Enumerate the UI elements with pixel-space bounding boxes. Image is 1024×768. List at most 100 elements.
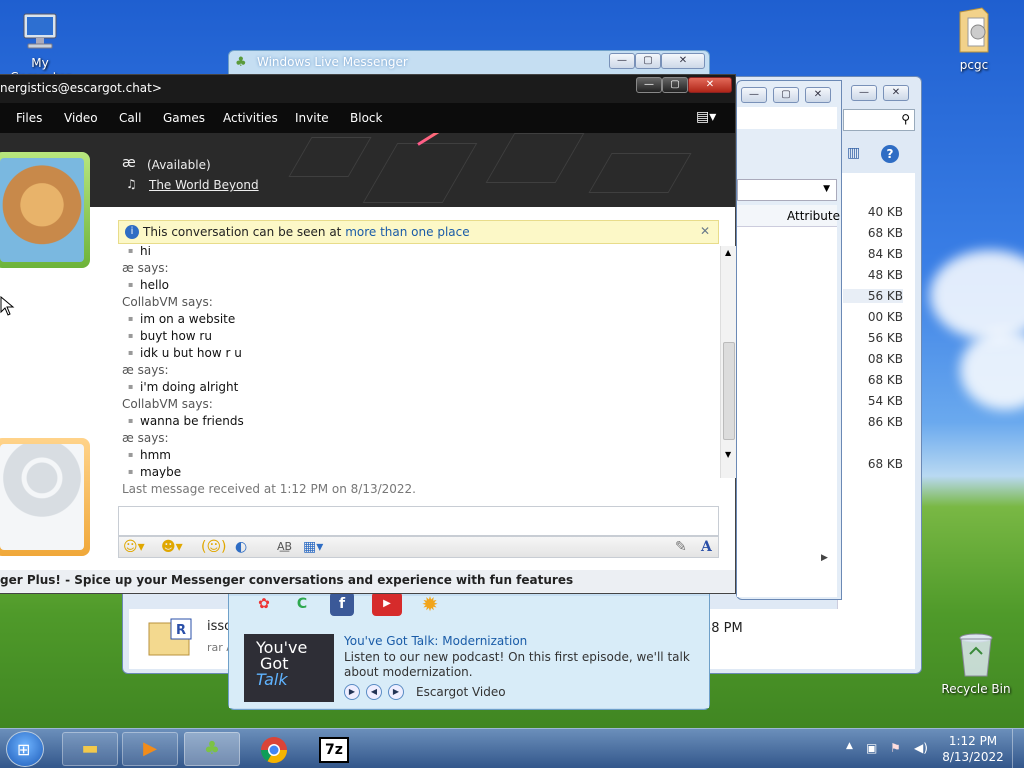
menu-games[interactable]: Games bbox=[163, 111, 205, 125]
options-menu-icon[interactable]: ▤▾ bbox=[696, 109, 716, 125]
desktop-icon-my-computer[interactable]: My Computer bbox=[0, 10, 80, 84]
preview-pane-icon[interactable]: ▥ bbox=[847, 145, 860, 161]
user-avatar[interactable] bbox=[0, 438, 90, 556]
conversation-titlebar[interactable]: nergistics@escargot.chat> bbox=[0, 75, 735, 103]
font-icon[interactable]: A bbox=[701, 539, 712, 555]
msn-butterfly-icon[interactable]: ✿ bbox=[252, 592, 276, 616]
maximize-button[interactable]: ▢ bbox=[635, 53, 661, 69]
start-button[interactable]: ⊞ bbox=[6, 731, 44, 767]
desktop-icon-pcgc[interactable]: pcgc bbox=[934, 6, 1014, 72]
minimize-button[interactable]: — bbox=[851, 85, 877, 101]
chrome-icon[interactable]: C bbox=[290, 592, 314, 616]
voice-clip-icon[interactable]: ◐ bbox=[235, 539, 247, 555]
explorer-window-secondary[interactable]: — ▢ ✕ ▼ Attribute ▶ bbox=[736, 80, 842, 600]
message-history[interactable]: hi æ says: hello CollabVM says: im on a … bbox=[122, 246, 718, 478]
notice-link[interactable]: more than one place bbox=[345, 225, 469, 239]
minimize-button[interactable]: — bbox=[636, 77, 662, 93]
message-line: hi bbox=[122, 246, 151, 258]
play-button[interactable]: ▶ bbox=[344, 684, 360, 700]
podcast-title-link[interactable]: You've Got Talk: Modernization bbox=[344, 634, 527, 648]
scroll-up-arrow[interactable]: ▲ bbox=[725, 248, 731, 257]
facebook-icon[interactable]: f bbox=[330, 592, 354, 616]
media-player-icon: ▶ bbox=[143, 738, 157, 759]
file-size: 68 KB bbox=[867, 226, 903, 240]
window-title: Windows Live Messenger bbox=[257, 55, 408, 69]
help-icon[interactable]: ? bbox=[881, 145, 899, 163]
chrome-icon bbox=[260, 737, 288, 764]
contact-name: æ bbox=[122, 155, 136, 171]
wink-icon[interactable]: ☻▾ bbox=[161, 539, 183, 555]
show-desktop-button[interactable] bbox=[1012, 729, 1024, 768]
show-hidden-icons-arrow[interactable]: ▲ bbox=[846, 741, 853, 751]
banner-pattern bbox=[288, 137, 372, 177]
column-header-attribute[interactable]: Attribute bbox=[737, 205, 840, 227]
message-sender: æ says: bbox=[122, 261, 169, 275]
nudge-icon[interactable]: (☺) bbox=[201, 539, 227, 555]
menu-block[interactable]: Block bbox=[350, 111, 382, 125]
message-input[interactable] bbox=[118, 506, 719, 536]
message-line: i'm doing alright bbox=[122, 380, 238, 394]
handwriting-icon[interactable]: ✎ bbox=[675, 539, 687, 555]
sun-icon[interactable]: ✹ bbox=[418, 592, 442, 616]
dog-picture bbox=[0, 158, 84, 262]
taskbar-explorer[interactable]: ▬ bbox=[62, 732, 118, 766]
input-toolbar: ☺▾ ☻▾ (☺) ◐ A͟B ▦▾ ✎ A bbox=[118, 536, 719, 558]
taskbar-7zip[interactable]: 7z bbox=[306, 732, 362, 766]
view-dropdown[interactable]: ▼ bbox=[737, 179, 837, 201]
next-button[interactable]: ▶ bbox=[388, 684, 404, 700]
menu-activities[interactable]: Activities bbox=[223, 111, 278, 125]
contact-avatar[interactable] bbox=[0, 152, 90, 268]
close-button[interactable]: ✕ bbox=[688, 77, 732, 93]
background-icon[interactable]: ▦▾ bbox=[303, 539, 323, 555]
maximize-button[interactable]: ▢ bbox=[662, 77, 688, 93]
menu-call[interactable]: Call bbox=[119, 111, 141, 125]
folder-icon bbox=[959, 7, 989, 53]
message-line: hello bbox=[122, 278, 169, 292]
message-scrollbar[interactable]: ▲ ▼ bbox=[720, 246, 736, 478]
minimize-button[interactable]: — bbox=[741, 87, 767, 103]
close-button[interactable]: ✕ bbox=[805, 87, 831, 103]
thumbnail-text: Talk bbox=[256, 670, 288, 689]
desktop-icon-recycle-bin[interactable]: Recycle Bin bbox=[936, 632, 1016, 696]
scroll-down-arrow[interactable]: ▼ bbox=[725, 450, 731, 459]
clock-date[interactable]: 8/13/2022 bbox=[938, 750, 1008, 764]
message-line: maybe bbox=[122, 465, 181, 478]
emoticon-icon[interactable]: ☺▾ bbox=[123, 539, 145, 555]
youtube-icon[interactable]: ▶ bbox=[372, 592, 402, 616]
action-center-icon[interactable]: ⚑ bbox=[890, 741, 901, 755]
clock-time[interactable]: 1:12 PM bbox=[938, 734, 1008, 748]
message-line: idk u but how r u bbox=[122, 346, 242, 360]
search-input[interactable]: ⚲ bbox=[843, 109, 915, 131]
spellcheck-icon[interactable]: A͟B bbox=[277, 539, 292, 555]
menu-files[interactable]: Files bbox=[16, 111, 42, 125]
scroll-thumb[interactable] bbox=[723, 342, 735, 440]
podcast-thumbnail[interactable]: You've Got Talk bbox=[244, 634, 334, 702]
menu-invite[interactable]: Invite bbox=[295, 111, 329, 125]
scroll-right-arrow[interactable]: ▶ bbox=[821, 553, 828, 563]
7zip-icon: 7z bbox=[319, 737, 349, 763]
message-sender: æ says: bbox=[122, 363, 169, 377]
volume-icon[interactable]: ◀) bbox=[914, 741, 928, 755]
messenger-plus-ad[interactable]: ger Plus! - Spice up your Messenger conv… bbox=[0, 570, 735, 592]
close-notice-icon[interactable]: ✕ bbox=[700, 224, 710, 238]
close-button[interactable]: ✕ bbox=[661, 53, 705, 69]
message-sender: æ says: bbox=[122, 431, 169, 445]
music-note-icon: ♫ bbox=[126, 177, 137, 191]
taskbar-media-player[interactable]: ▶ bbox=[122, 732, 178, 766]
podcast-source: Escargot Video bbox=[416, 685, 506, 699]
menu-video[interactable]: Video bbox=[64, 111, 98, 125]
desktop-icon-label: Recycle Bin bbox=[941, 682, 1011, 696]
file-size: 54 KB bbox=[867, 394, 903, 408]
recycle-bin-icon bbox=[959, 633, 993, 677]
network-icon[interactable]: ▣ bbox=[866, 741, 877, 755]
contact-status: (Available) bbox=[147, 158, 211, 172]
address-bar[interactable] bbox=[737, 107, 837, 129]
minimize-button[interactable]: — bbox=[609, 53, 635, 69]
now-playing-song[interactable]: The World Beyond bbox=[149, 178, 259, 192]
close-button[interactable]: ✕ bbox=[883, 85, 909, 101]
cloud bbox=[930, 250, 1024, 340]
taskbar-messenger[interactable]: ♣ bbox=[184, 732, 240, 766]
maximize-button[interactable]: ▢ bbox=[773, 87, 799, 103]
taskbar-chrome[interactable] bbox=[246, 732, 302, 766]
previous-button[interactable]: ◀ bbox=[366, 684, 382, 700]
